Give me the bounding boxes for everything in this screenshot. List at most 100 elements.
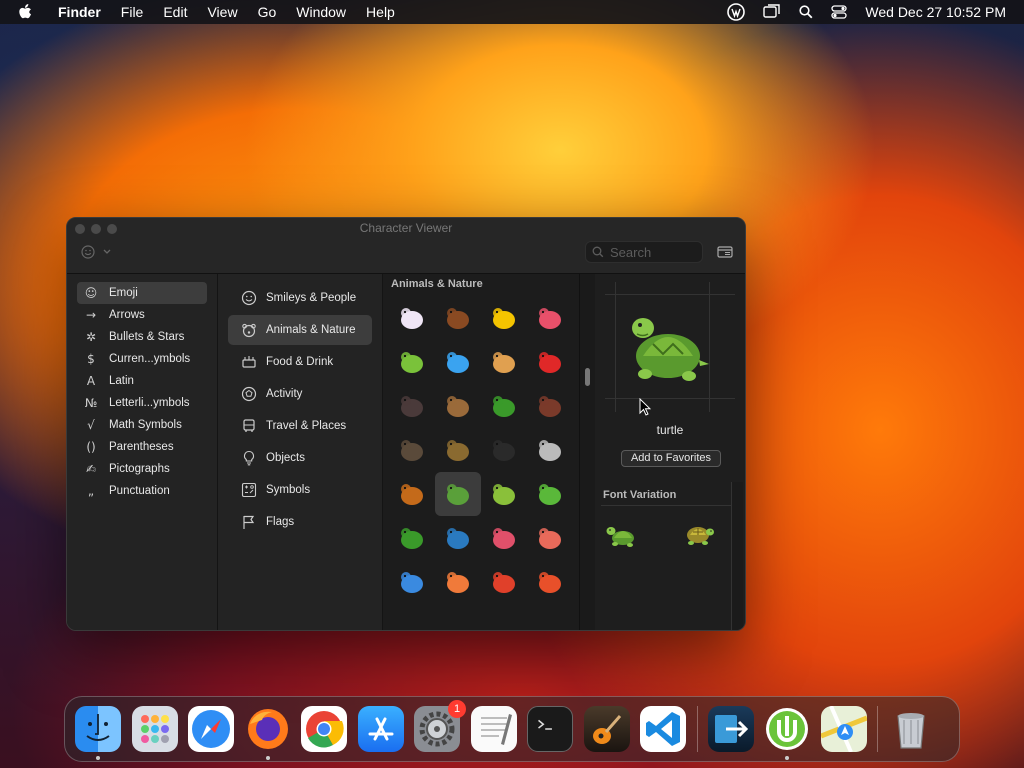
emoji-shrimp[interactable] — [435, 560, 481, 604]
emoji-octopus[interactable] — [481, 516, 527, 560]
dock-app-migration-assistant[interactable] — [707, 706, 754, 752]
category-letterlike-symbols[interactable]: № Letterli...ymbols — [77, 392, 207, 414]
emoji-squid[interactable] — [527, 516, 573, 560]
dock-app-vscode[interactable] — [640, 706, 686, 752]
emoji-lizard[interactable] — [527, 472, 573, 516]
group-activity[interactable]: Activity — [228, 379, 372, 409]
dock-app-safari[interactable] — [188, 706, 234, 752]
emoji-scorpion[interactable] — [389, 472, 435, 516]
trash-icon — [897, 713, 925, 749]
group-symbols[interactable]: Symbols — [228, 475, 372, 505]
category-label: Curren...ymbols — [109, 353, 191, 365]
emoji-cockroach[interactable] — [527, 384, 573, 428]
apple-menu-icon[interactable] — [16, 2, 36, 22]
emoji-caterpillar[interactable] — [389, 340, 435, 384]
emoji-crab[interactable] — [527, 560, 573, 604]
emoji-worm[interactable] — [527, 296, 573, 340]
menu-app-name[interactable]: Finder — [58, 4, 101, 20]
chrome-icon — [306, 711, 344, 748]
view-options-button[interactable] — [81, 245, 111, 259]
category-punctuation[interactable]: „ Punctuation — [77, 480, 207, 502]
dock-app-app-store[interactable] — [357, 706, 404, 752]
menubar-clock[interactable]: Wed Dec 27 10:52 PM — [865, 4, 1006, 20]
launchpad-icon — [140, 715, 169, 743]
category-emoji[interactable]: ☺ Emoji — [77, 282, 207, 304]
layout-toggle-button[interactable] — [717, 245, 733, 263]
dock-app-finder[interactable] — [75, 706, 121, 760]
emoji-ladybug[interactable] — [527, 340, 573, 384]
search-box[interactable] — [585, 241, 703, 263]
running-indicator — [785, 756, 789, 760]
dock-app-terminal[interactable] — [527, 706, 573, 752]
emoji-turtle[interactable] — [435, 472, 481, 516]
emoji-cricket[interactable] — [435, 428, 481, 472]
category-bullets-stars[interactable]: ✲ Bullets & Stars — [77, 326, 207, 348]
menu-edit[interactable]: Edit — [163, 4, 187, 20]
control-center-icon[interactable] — [831, 5, 848, 19]
dock-app-utorrent[interactable] — [764, 706, 810, 760]
dock-app-textedit[interactable] — [470, 706, 517, 752]
window-titlebar: Character Viewer — [67, 218, 745, 274]
menu-go[interactable]: Go — [258, 4, 277, 20]
search-input[interactable] — [610, 244, 698, 260]
dock-app-system-preferences[interactable]: 1 — [414, 700, 466, 752]
window-screens-icon[interactable] — [763, 4, 781, 20]
emoji-moose[interactable] — [435, 296, 481, 340]
snail-icon — [493, 352, 515, 373]
emoji-fly[interactable] — [435, 384, 481, 428]
emoji-beetle[interactable] — [481, 384, 527, 428]
detail-scrollbar[interactable] — [731, 482, 743, 630]
ball-icon — [240, 385, 258, 403]
emoji-sauropod[interactable] — [435, 516, 481, 560]
dock-app-firefox[interactable] — [245, 706, 291, 760]
emoji-t-rex[interactable] — [389, 516, 435, 560]
lobster-icon — [493, 572, 515, 593]
emoji-unicorn[interactable] — [389, 296, 435, 340]
dock-app-garageband[interactable] — [583, 706, 630, 752]
menu-file[interactable]: File — [121, 4, 144, 20]
category-parentheses[interactable]: () Parentheses — [77, 436, 207, 458]
group-objects[interactable]: Objects — [228, 443, 372, 473]
group-food-drink[interactable]: Food & Drink — [228, 347, 372, 377]
emoji-snail[interactable] — [481, 340, 527, 384]
menu-help[interactable]: Help — [366, 4, 395, 20]
emoji-snake[interactable] — [481, 472, 527, 516]
safari-compass-icon — [192, 710, 230, 748]
emoji-butterfly[interactable] — [435, 340, 481, 384]
category-math-symbols[interactable]: √ Math Symbols — [77, 414, 207, 436]
emoji-spider-web[interactable] — [527, 428, 573, 472]
menu-window[interactable]: Window — [296, 4, 346, 20]
group-animals-nature[interactable]: Animals & Nature — [228, 315, 372, 345]
lizard-icon — [539, 484, 561, 505]
scrollbar-thumb[interactable] — [585, 368, 590, 386]
ant-icon — [401, 396, 423, 417]
octopus-icon — [493, 528, 515, 549]
emoji-jellyfish[interactable] — [389, 560, 435, 604]
terminal-icon — [538, 719, 552, 730]
dock-app-chrome[interactable] — [301, 706, 347, 752]
font-variation-turtle-1[interactable] — [605, 521, 637, 554]
utorrent-icon — [766, 708, 808, 750]
category-latin[interactable]: A Latin — [77, 370, 207, 392]
emoji-ant[interactable] — [389, 384, 435, 428]
group-travel-places[interactable]: Travel & Places — [228, 411, 372, 441]
spotlight-search-icon[interactable] — [799, 5, 813, 19]
character-name: turtle — [656, 423, 684, 437]
dock-app-maps[interactable] — [820, 706, 867, 752]
category-pictographs[interactable]: ✍ Pictographs — [77, 458, 207, 480]
emoji-spider[interactable] — [481, 428, 527, 472]
emoji-lobster[interactable] — [481, 560, 527, 604]
font-variation-turtle-2[interactable] — [683, 521, 715, 554]
group-flags[interactable]: Flags — [228, 507, 372, 537]
grid-scrollbar[interactable] — [579, 274, 595, 630]
add-to-favorites-button[interactable]: Add to Favorites — [621, 450, 721, 467]
group-smileys-people[interactable]: Smileys & People — [228, 283, 372, 313]
category-arrows[interactable]: → Arrows — [77, 304, 207, 326]
wordpress-icon[interactable] — [727, 3, 746, 21]
emoji-bee[interactable] — [481, 296, 527, 340]
category-currency-symbols[interactable]: $ Curren...ymbols — [77, 348, 207, 370]
dock-app-trash[interactable] — [888, 706, 934, 752]
emoji-mosquito[interactable] — [389, 428, 435, 472]
menu-view[interactable]: View — [207, 4, 237, 20]
dock-app-launchpad[interactable] — [131, 706, 178, 752]
